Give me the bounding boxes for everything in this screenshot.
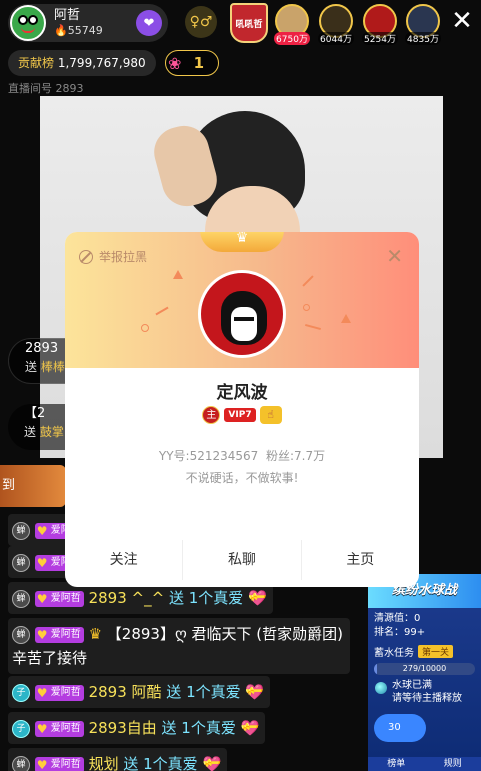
host-brand-badge[interactable]: 吼吼哲 <box>230 3 268 43</box>
popup-actions: 关注 私聊 主页 <box>65 540 419 580</box>
fan-badge: 爱阿哲 <box>34 756 84 771</box>
viewer-contribution: 4835万 <box>405 32 441 45</box>
user-nickname: 定风波 <box>216 383 268 403</box>
event-rank: 排名：99+ <box>374 627 426 638</box>
level-badge: 子 <box>12 719 30 738</box>
private-message-button[interactable]: 私聊 <box>183 540 302 580</box>
host-fans: 🔥55749 <box>54 24 103 37</box>
host-info[interactable]: 阿哲 🔥55749 ❤ <box>8 4 168 42</box>
viewer-contribution: 6044万 <box>318 32 354 45</box>
water-ball-event-card[interactable]: 缤纷水球战 清源值：0 排名：99+ 蓄水任务 第一关 279/10000 水球… <box>368 574 481 771</box>
viewer-contribution: 6750万 <box>274 32 310 45</box>
fan-badge: 爱阿哲 <box>34 684 84 701</box>
fan-badge: 爱阿哲 <box>34 626 84 643</box>
top-viewer-3[interactable]: 5254万 <box>362 4 398 45</box>
heart-gift-icon: 💝 <box>245 683 265 701</box>
contribution-label: 贡献榜 <box>18 56 55 70</box>
chat-text: 送 1个真爱 <box>123 755 198 771</box>
report-block-button[interactable]: 举报拉黑 <box>79 248 147 265</box>
level-badge: 子 <box>12 683 30 702</box>
chat-username[interactable]: 2893自由 <box>89 719 157 737</box>
heart-gift-icon: 💝 <box>240 719 260 737</box>
user-profile-popup[interactable]: ♛ 举报拉黑 ✕ 定风波 主 VIP7 ☝ YY号:521234567 粉丝:7… <box>65 232 419 587</box>
level-badge: 蝉 <box>12 755 30 771</box>
fan-group-icon[interactable]: ♀♂ <box>185 6 217 38</box>
chat-text: 送 1个真爱 <box>166 683 241 701</box>
hour-rank[interactable]: ❀ 1 <box>165 50 219 76</box>
ban-icon <box>79 249 93 264</box>
room-id: 直播间号 2893 <box>8 82 84 95</box>
chat-message[interactable]: 蝉 爱阿哲 ♛ 【2893】ღ 君临天下 (哲家勋爵团) 辛苦了接待 <box>8 618 350 674</box>
fan-badge: 爱阿哲 <box>34 590 84 607</box>
level-badge: 蝉 <box>12 625 30 644</box>
hand-badge-icon: ☝ <box>259 406 282 424</box>
chat-text: 送 1个真爱 <box>161 719 236 737</box>
top-viewer-1[interactable]: 6750万 <box>274 4 310 45</box>
gift-notice-title: 2893 <box>25 341 59 356</box>
crown-icon: ♛ <box>88 625 103 643</box>
chat-message[interactable]: 子 爱阿哲 2893 阿酷 送 1个真爱 💝 <box>8 676 271 708</box>
host-name: 阿哲 <box>54 8 81 23</box>
level-badge: 蝉 <box>12 553 30 572</box>
fan-badge: 爱阿哲 <box>34 720 84 737</box>
user-avatar[interactable] <box>198 270 286 358</box>
chat-message[interactable]: 蝉 爱阿哲 规划 送 1个真爱 💝 <box>8 748 228 771</box>
level-badge: 蝉 <box>12 589 30 608</box>
follow-host-icon[interactable]: ❤ <box>136 10 162 36</box>
user-signature: 不说硬话，不做软事! <box>185 471 299 485</box>
close-icon[interactable]: ✕ <box>386 244 403 268</box>
contribution-value: 1,799,767,980 <box>57 56 146 70</box>
chat-message[interactable]: 子 爱阿哲 2893自由 送 1个真爱 💝 <box>8 712 266 744</box>
user-badges: 主 VIP7 ☝ <box>65 406 419 424</box>
chat-username[interactable]: 2893 阿酷 <box>89 683 162 701</box>
top-viewer-2[interactable]: 6044万 <box>318 4 354 45</box>
follow-button[interactable]: 关注 <box>65 540 184 580</box>
heart-gift-icon: 💝 <box>248 589 267 607</box>
chat-username[interactable]: 2893 ^_^ <box>89 589 165 607</box>
gift-notice-title: 【2 <box>24 406 46 421</box>
vip-badge: VIP7 <box>224 408 256 422</box>
cupid-icon: ❀ <box>168 54 182 73</box>
chat-text: 送 1个真爱 <box>168 589 244 607</box>
chat-username[interactable]: 规划 <box>89 755 119 771</box>
heart-gift-icon: 💝 <box>202 755 222 771</box>
crown-icon: ♛ <box>200 232 284 252</box>
tab-ranking[interactable]: 榜单 <box>368 757 425 771</box>
contribution-ranking[interactable]: 贡献榜 1,799,767,980 <box>8 50 156 76</box>
gift-notice: 2893 送 棒棒 <box>8 338 70 384</box>
clean-value: 清源值：0 <box>374 613 421 624</box>
level-badge: 蝉 <box>12 521 30 540</box>
homepage-button[interactable]: 主页 <box>302 540 419 580</box>
entry-banner: 到 <box>0 465 66 507</box>
tab-rules[interactable]: 规则 <box>425 757 481 771</box>
water-ball-icon <box>375 682 387 694</box>
viewer-contribution: 5254万 <box>362 32 398 45</box>
water-ball-status: 水球已满 请等待主播释放 <box>368 679 481 705</box>
gift-notice: 【2 送 鼓掌 <box>8 404 70 450</box>
task-stage: 第一关 <box>418 645 454 658</box>
close-icon[interactable]: ✕ <box>449 8 475 34</box>
task-label: 蓄水任务 <box>374 648 414 659</box>
water-bubble-button[interactable]: 30 <box>374 714 426 742</box>
top-viewer-4[interactable]: 4835万 <box>405 4 441 45</box>
host-avatar[interactable] <box>10 5 46 41</box>
task-progress: 279/10000 <box>374 663 475 675</box>
user-stats: YY号:521234567 粉丝:7.7万 <box>158 449 326 463</box>
rank-number: 1 <box>193 54 204 72</box>
host-badge: 主 <box>202 406 221 424</box>
